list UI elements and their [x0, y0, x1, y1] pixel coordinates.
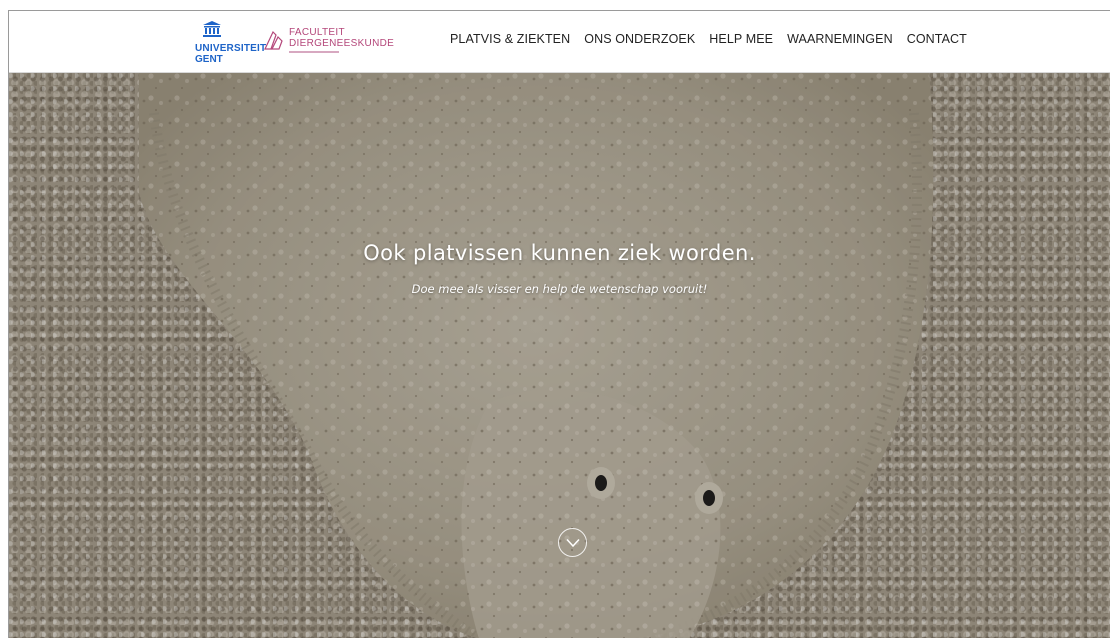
university-building-icon [203, 21, 221, 37]
nav-item-contact[interactable]: CONTACT [907, 32, 967, 46]
ugent-logo-text-line2: GENT [195, 54, 223, 65]
faculty-logo-text-line1: FACULTEIT [289, 27, 345, 38]
nav-item-platvis-ziekten[interactable]: PLATVIS & ZIEKTEN [450, 32, 570, 46]
site-header: UNIVERSITEIT GENT FACULTEIT DIERGENEESKU… [9, 11, 1110, 73]
ugent-logo[interactable]: UNIVERSITEIT GENT [195, 19, 266, 65]
ugent-logo-text-line1: UNIVERSITEIT [195, 43, 267, 54]
scroll-down-button[interactable] [558, 528, 587, 557]
nav-item-help-mee[interactable]: HELP MEE [709, 32, 773, 46]
faculty-logo-text-line2: DIERGENEESKUNDE [289, 38, 395, 49]
faculty-logo[interactable]: FACULTEIT DIERGENEESKUNDE [263, 25, 395, 65]
hero-subtitle: Doe mee als visser en help de wetenschap… [411, 281, 708, 296]
main-navigation: PLATVIS & ZIEKTEN ONS ONDERZOEK HELP MEE… [450, 32, 967, 46]
hero-section: Ook platvissen kunnen ziek worden. Doe m… [9, 73, 1110, 638]
chevron-down-icon [566, 538, 580, 548]
nav-item-ons-onderzoek[interactable]: ONS ONDERZOEK [584, 32, 695, 46]
faculty-logo-tagline-mark [289, 51, 339, 53]
nav-item-waarnemingen[interactable]: WAARNEMINGEN [787, 32, 893, 46]
faculty-horse-icon [264, 30, 283, 50]
browser-viewport: UNIVERSITEIT GENT FACULTEIT DIERGENEESKU… [8, 10, 1110, 638]
hero-title: Ook platvissen kunnen ziek worden. [363, 241, 756, 266]
hero-overlay [9, 73, 1110, 638]
